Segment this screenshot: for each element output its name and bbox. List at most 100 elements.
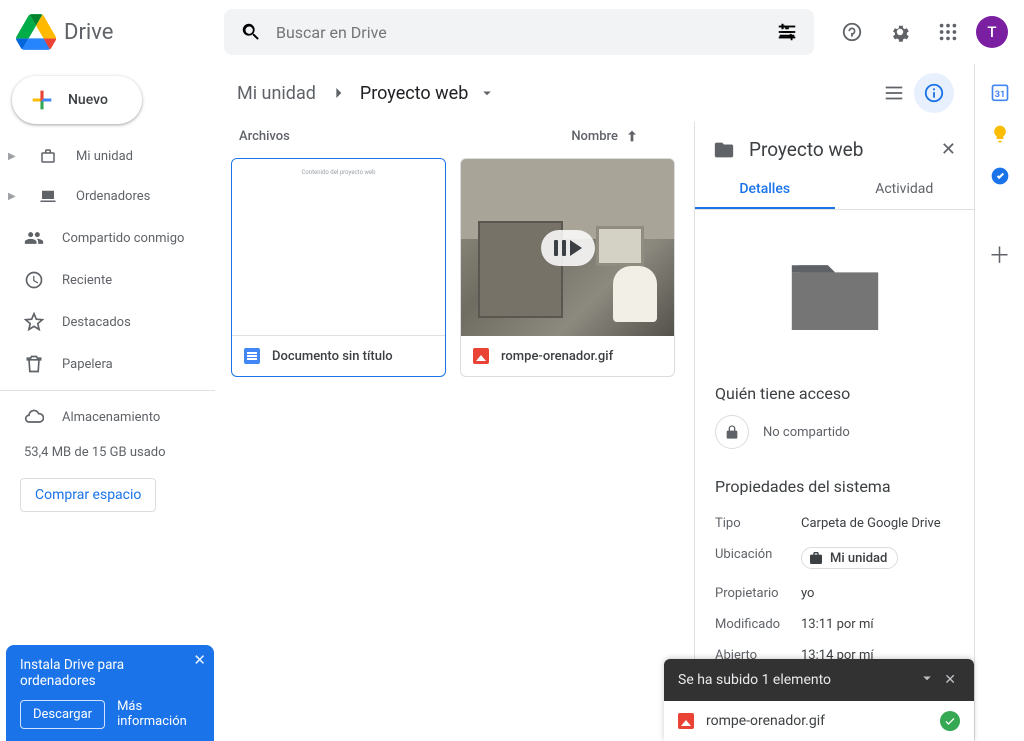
breadcrumb-bar: Mi unidad Proyecto web	[215, 64, 974, 122]
file-name: Documento sin título	[272, 349, 393, 364]
file-card[interactable]: rompe-orenador.gif	[460, 158, 675, 377]
sort-button[interactable]: Nombre	[571, 128, 640, 144]
breadcrumb-current[interactable]: Proyecto web	[354, 79, 474, 108]
nav-label: Destacados	[62, 315, 131, 330]
nav-shared[interactable]: Compartido conmigo	[0, 218, 215, 258]
support-button[interactable]	[832, 12, 872, 52]
folder-icon	[713, 139, 735, 161]
nav-my-drive[interactable]: ▶ Mi unidad	[0, 136, 215, 176]
search-icon	[240, 21, 262, 43]
shared-icon	[24, 228, 44, 248]
svg-text:31: 31	[994, 90, 1005, 100]
breadcrumb-root[interactable]: Mi unidad	[231, 79, 322, 108]
main: Mi unidad Proyecto web Archivos Nombre	[215, 64, 974, 741]
prop-row: Propietarioyo	[715, 578, 954, 609]
file-listing: Archivos Nombre Contenido del proyecto w…	[215, 122, 694, 741]
nav-computers[interactable]: ▶ Ordenadores	[0, 176, 215, 216]
apps-grid-icon	[937, 21, 959, 43]
details-title: Proyecto web	[749, 138, 927, 161]
gif-play-icon	[541, 230, 595, 266]
promo-toast: ✕ Instala Drive para ordenadores Descarg…	[6, 645, 214, 741]
account-avatar[interactable]: T	[976, 16, 1008, 48]
drive-logo-icon	[16, 12, 56, 52]
chevron-down-icon[interactable]	[478, 84, 496, 102]
logo-area[interactable]: Drive	[16, 12, 216, 52]
buy-storage-button[interactable]: Comprar espacio	[20, 478, 156, 512]
star-icon	[24, 312, 44, 332]
nav-label: Compartido conmigo	[62, 231, 184, 246]
location-pill[interactable]: Mi unidad	[801, 547, 898, 569]
plus-icon	[28, 86, 56, 114]
brand-name: Drive	[64, 20, 113, 45]
close-promo-button[interactable]: ✕	[193, 651, 206, 669]
close-toast-button[interactable]: ✕	[940, 668, 960, 692]
nav-trash[interactable]: Papelera	[0, 344, 215, 384]
upload-item-row[interactable]: rompe-orenador.gif	[664, 701, 974, 741]
promo-title: Instala Drive para ordenadores	[20, 657, 184, 689]
cloud-icon	[24, 407, 44, 427]
tab-details[interactable]: Detalles	[695, 171, 835, 209]
tab-activity[interactable]: Actividad	[835, 171, 975, 209]
image-file-icon	[473, 348, 489, 364]
file-name: rompe-orenador.gif	[501, 349, 613, 364]
sort-label: Nombre	[571, 129, 618, 144]
minimize-toast-button[interactable]	[914, 665, 940, 695]
nav-recent[interactable]: Reciente	[0, 260, 215, 300]
my-drive-icon	[38, 147, 58, 165]
apps-button[interactable]	[928, 12, 968, 52]
storage-used-text: 53,4 MB de 15 GB usado	[0, 437, 215, 468]
chevron-right-icon: ▶	[8, 191, 20, 202]
nav-label: Reciente	[62, 273, 112, 288]
close-details-button[interactable]: ✕	[941, 139, 956, 160]
nav-storage[interactable]: Almacenamiento	[0, 397, 215, 437]
tasks-icon[interactable]	[990, 166, 1010, 186]
chevron-right-icon	[328, 83, 348, 103]
file-card[interactable]: Contenido del proyecto web Documento sin…	[231, 158, 446, 377]
sidebar: Nuevo ▶ Mi unidad ▶ Ordenadores Comparti…	[0, 64, 215, 741]
details-panel: Proyecto web ✕ Detalles Actividad Quién …	[694, 122, 974, 741]
file-thumbnail	[461, 159, 674, 336]
calendar-icon[interactable]: 31	[990, 82, 1010, 102]
upload-toast: Se ha subido 1 elemento ✕ rompe-orenador…	[664, 659, 974, 741]
download-button[interactable]: Descargar	[20, 700, 105, 729]
settings-button[interactable]	[880, 12, 920, 52]
folder-preview	[695, 210, 974, 370]
gear-icon	[889, 21, 911, 43]
access-status-row[interactable]: No compartido	[715, 415, 954, 449]
add-addon-button[interactable]: ＋	[988, 238, 1010, 270]
nav-starred[interactable]: Destacados	[0, 302, 215, 342]
file-thumbnail: Contenido del proyecto web	[232, 159, 445, 336]
computers-icon	[38, 187, 58, 205]
nav-label: Almacenamiento	[62, 410, 160, 425]
access-status: No compartido	[763, 425, 850, 440]
props-heading: Propiedades del sistema	[715, 477, 954, 496]
header: Drive T	[0, 0, 1024, 64]
chevron-right-icon: ▶	[8, 151, 20, 162]
details-toggle-button[interactable]	[914, 73, 954, 113]
upload-toast-title: Se ha subido 1 elemento	[678, 672, 831, 688]
prop-row: Modificado13:11 por mí	[715, 609, 954, 640]
prop-row: UbicaciónMi unidad	[715, 539, 954, 578]
image-file-icon	[678, 713, 694, 729]
list-icon	[883, 82, 905, 104]
nav-label: Mi unidad	[76, 149, 133, 164]
info-icon	[923, 82, 945, 104]
list-view-button[interactable]	[874, 73, 914, 113]
trash-icon	[24, 354, 44, 374]
files-section-label: Archivos	[239, 129, 290, 144]
prop-row: TipoCarpeta de Google Drive	[715, 508, 954, 539]
access-heading: Quién tiene acceso	[715, 384, 954, 403]
nav-label: Ordenadores	[76, 189, 150, 204]
keep-icon[interactable]	[990, 124, 1010, 144]
recent-icon	[24, 270, 44, 290]
arrow-up-icon	[624, 128, 640, 144]
lock-icon	[715, 415, 749, 449]
details-tabs: Detalles Actividad	[695, 171, 974, 210]
nav-label: Papelera	[62, 357, 113, 372]
search-options-icon[interactable]	[776, 21, 798, 43]
new-button-label: Nuevo	[68, 92, 108, 108]
new-button[interactable]: Nuevo	[12, 76, 142, 124]
more-info-link[interactable]: Más información	[117, 699, 187, 729]
search-input[interactable]	[276, 23, 762, 42]
search-bar[interactable]	[224, 9, 814, 55]
